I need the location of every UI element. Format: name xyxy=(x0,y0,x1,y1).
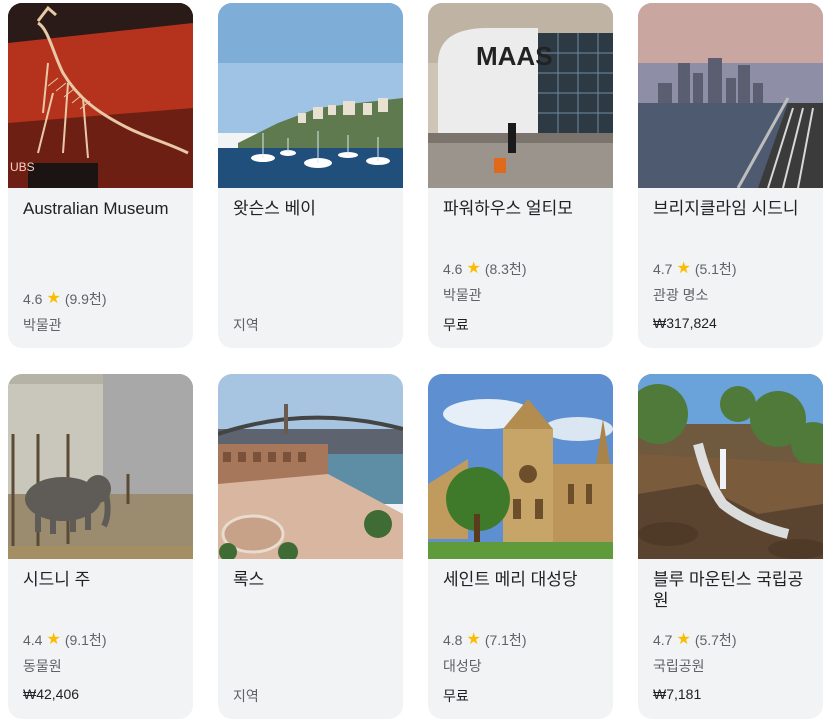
place-card-powerhouse-ultimo[interactable]: MAAS 파워하우스 얼티모 4.6 ★ (8.3천) 박물관 무료 xyxy=(428,3,613,348)
places-grid: UBS Australian Museum 4.6 ★ (9.9천) 박물관 왓… xyxy=(0,0,838,726)
place-title: Australian Museum xyxy=(23,199,169,218)
svg-text:UBS: UBS xyxy=(10,160,35,174)
place-price: ₩7,181 xyxy=(653,686,702,702)
place-price: 무료 xyxy=(443,688,469,704)
star-icon: ★ xyxy=(46,290,61,307)
rating-row: 4.6 ★ (9.9천) xyxy=(23,289,106,309)
rating-value: 4.8 xyxy=(443,632,463,648)
place-photo: MAAS xyxy=(428,3,613,188)
place-card-the-rocks[interactable]: 록스 지역 xyxy=(218,374,403,719)
place-category: 지역 xyxy=(233,688,259,704)
rating-row: 4.8 ★ (7.1천) xyxy=(443,630,526,650)
place-card-blue-mountains[interactable]: 블루 마운틴스 국립공원 4.7 ★ (5.7천) 국립공원 ₩7,181 xyxy=(638,374,823,719)
place-category: 국립공원 xyxy=(653,658,705,674)
place-category: 지역 xyxy=(233,317,259,333)
place-photo: UBS xyxy=(8,3,193,188)
place-photo xyxy=(218,374,403,559)
rating-row: 4.6 ★ (8.3천) xyxy=(443,259,526,279)
place-card-sydney-zoo[interactable]: 시드니 주 4.4 ★ (9.1천) 동물원 ₩42,406 xyxy=(8,374,193,719)
place-title: 블루 마운틴스 국립공원 xyxy=(653,570,804,610)
svg-text:MAAS: MAAS xyxy=(476,41,553,71)
place-title: 시드니 주 xyxy=(23,570,91,589)
star-icon: ★ xyxy=(46,631,61,648)
place-photo xyxy=(8,374,193,559)
rating-value: 4.6 xyxy=(443,261,463,277)
review-count: (8.3천) xyxy=(484,261,527,277)
review-count: (9.9천) xyxy=(64,291,107,307)
place-price: 무료 xyxy=(443,317,469,333)
place-category: 박물관 xyxy=(23,317,62,333)
star-icon: ★ xyxy=(466,260,481,277)
review-count: (7.1천) xyxy=(484,632,527,648)
maas-logo: MAAS xyxy=(476,41,553,71)
rating-row: 4.7 ★ (5.7천) xyxy=(653,630,736,650)
place-price: ₩317,824 xyxy=(653,315,717,331)
star-icon: ★ xyxy=(676,631,691,648)
place-title: 파워하우스 얼티모 xyxy=(443,199,573,218)
place-category: 박물관 xyxy=(443,287,482,303)
place-photo xyxy=(218,3,403,188)
place-title: 브리지클라임 시드니 xyxy=(653,199,799,218)
place-title: 록스 xyxy=(233,570,265,589)
place-card-bridgeclimb[interactable]: 브리지클라임 시드니 4.7 ★ (5.1천) 관광 명소 ₩317,824 xyxy=(638,3,823,348)
place-price: ₩42,406 xyxy=(23,686,80,702)
rating-row: 4.4 ★ (9.1천) xyxy=(23,630,106,650)
place-card-watsons-bay[interactable]: 왓슨스 베이 지역 xyxy=(218,3,403,348)
place-card-st-marys[interactable]: 세인트 메리 대성당 4.8 ★ (7.1천) 대성당 무료 xyxy=(428,374,613,719)
review-count: (5.1천) xyxy=(694,261,737,277)
rating-value: 4.4 xyxy=(23,632,43,648)
rating-value: 4.6 xyxy=(23,291,43,307)
place-category: 동물원 xyxy=(23,658,62,674)
place-photo xyxy=(638,374,823,559)
place-category: 대성당 xyxy=(443,658,482,674)
place-card-australian-museum[interactable]: UBS Australian Museum 4.6 ★ (9.9천) 박물관 xyxy=(8,3,193,348)
place-title: 세인트 메리 대성당 xyxy=(443,570,578,589)
rating-row: 4.7 ★ (5.1천) xyxy=(653,259,736,279)
review-count: (5.7천) xyxy=(694,632,737,648)
star-icon: ★ xyxy=(466,631,481,648)
place-category: 관광 명소 xyxy=(653,287,709,303)
place-title: 왓슨스 베이 xyxy=(233,199,316,218)
star-icon: ★ xyxy=(676,260,691,277)
rating-value: 4.7 xyxy=(653,632,673,648)
rating-value: 4.7 xyxy=(653,261,673,277)
review-count: (9.1천) xyxy=(64,632,107,648)
place-photo xyxy=(638,3,823,188)
place-photo xyxy=(428,374,613,559)
